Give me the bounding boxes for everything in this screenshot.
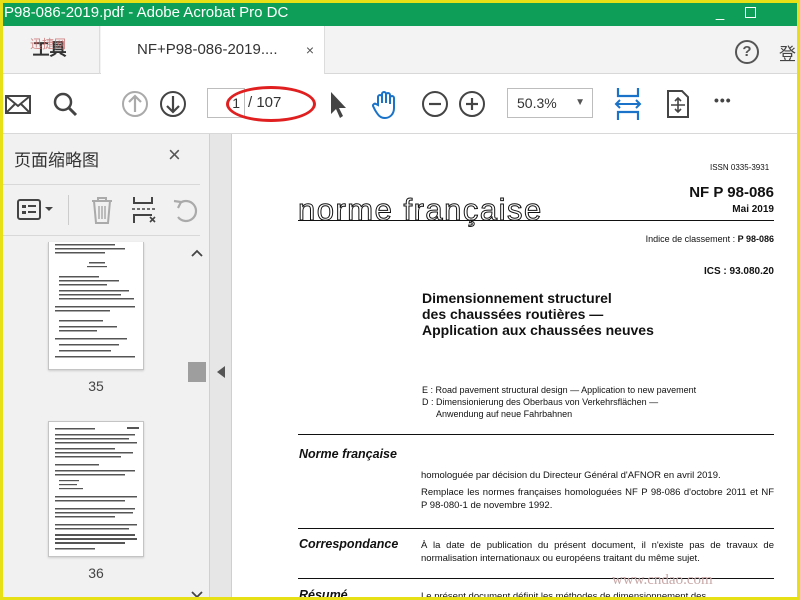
page-thumbnails-panel: 页面缩略图 × 35 36 (0, 134, 210, 600)
section-label-correspondance: Correspondance (299, 537, 399, 551)
thumbnail-page-35-preview (55, 244, 135, 358)
site-watermark-text: 迅捷网 (30, 37, 67, 51)
classification-value: P 98-086 (737, 234, 774, 244)
horizontal-rule (298, 434, 774, 435)
document-title-line: Dimensionnement structurel (422, 290, 612, 306)
close-tab-button[interactable]: × (306, 26, 314, 74)
toolbar-separator (68, 195, 69, 225)
mail-icon[interactable] (4, 88, 32, 120)
translation-german-cont: Anwendung auf neue Fahrbahnen (436, 409, 573, 419)
norme-francaise-heading: norme française (298, 192, 543, 228)
collapse-arrow-icon (217, 366, 225, 378)
panel-title: 页面缩略图 (14, 151, 99, 170)
zoom-select[interactable]: 50.3% ▼ (507, 88, 593, 118)
panel-scrollbar[interactable] (188, 242, 208, 600)
hand-tool-icon[interactable] (370, 88, 402, 120)
close-panel-button[interactable]: × (168, 142, 181, 168)
extract-pages-icon[interactable] (130, 195, 158, 225)
tab-document[interactable]: NF+P98-086-2019.... × (101, 26, 325, 75)
zoom-in-icon[interactable] (457, 88, 487, 120)
thumbnail-page-label: 36 (88, 565, 104, 581)
classification-label: Indice de classement : (645, 234, 738, 244)
thumbnail-options-icon[interactable] (16, 197, 56, 223)
thumbnail-page-label: 35 (88, 378, 104, 394)
section-label-norme: Norme française (299, 447, 397, 461)
rotate-icon[interactable] (170, 195, 200, 225)
minimize-button[interactable]: _ (705, 0, 735, 26)
section-text: À la date de publication du présent docu… (421, 540, 774, 564)
chevron-down-icon: ▼ (575, 97, 585, 108)
section-text: Le présent document définit les méthodes… (421, 591, 715, 600)
main-toolbar: 1 / 107 50.3% ▼ ••• (0, 74, 800, 134)
horizontal-rule (298, 220, 774, 221)
thumbnail-page-36[interactable] (48, 421, 144, 557)
next-page-icon[interactable] (158, 88, 188, 120)
document-title: Dimensionnement structurel des chaussées… (422, 290, 742, 338)
window-titlebar: P98-086-2019.pdf - Adobe Acrobat Pro DC … (0, 0, 800, 26)
section-label-resume: Résumé (299, 588, 348, 600)
tab-document-label: NF+P98-086-2019.... (137, 41, 278, 58)
thumbnail-page-36-preview (55, 427, 139, 550)
document-title-line: Application aux chaussées neuves (422, 322, 654, 338)
panel-toolbar (0, 184, 200, 236)
issn-text: ISSN 0335-3931 (710, 163, 770, 172)
standard-code: NF P 98-086 (689, 184, 774, 201)
section-text: homologuée par décision du Directeur Gén… (421, 470, 721, 481)
maximize-icon (744, 7, 756, 18)
thumbnail-page-35[interactable] (48, 242, 144, 370)
section-text: Remplace les normes françaises homologué… (421, 487, 774, 511)
title-translations: E : Road pavement structural design — Ap… (422, 384, 762, 420)
tab-bar: 迅捷网 工具 NF+P98-086-2019.... × ? 登 (0, 26, 800, 75)
standard-date: Mai 2019 (732, 204, 774, 215)
help-button[interactable]: ? (735, 40, 759, 64)
scrollbar-thumb[interactable] (188, 362, 206, 382)
maximize-button[interactable] (735, 0, 765, 26)
more-tools-button[interactable]: ••• (714, 92, 732, 124)
translation-english: E : Road pavement structural design — Ap… (422, 385, 697, 395)
highlight-ellipse-annotation (226, 86, 316, 122)
tab-tools[interactable]: 迅捷网 工具 (0, 26, 100, 74)
document-viewer[interactable]: ISSN 0335-3931 NF P 98-086 Mai 2019 norm… (232, 134, 800, 600)
pdf-page: ISSN 0335-3931 NF P 98-086 Mai 2019 norm… (232, 134, 800, 600)
horizontal-rule (298, 528, 774, 529)
trash-icon[interactable] (88, 195, 116, 225)
previous-page-icon[interactable] (120, 88, 150, 120)
zoom-value: 50.3% (517, 95, 557, 111)
panel-collapse-handle[interactable] (210, 134, 232, 600)
translation-german: D : Dimensionierung des Oberbaus von Ver… (422, 397, 659, 407)
classification-index: Indice de classement : P 98-086 (646, 234, 774, 244)
page-display-icon[interactable] (664, 88, 692, 120)
document-title-line: des chaussées routières — (422, 306, 604, 322)
ics-code: ICS : 93.080.20 (703, 266, 774, 277)
search-icon[interactable] (50, 88, 80, 120)
login-button[interactable]: 登 (779, 40, 796, 65)
scroll-down-icon[interactable] (190, 590, 204, 600)
scroll-up-icon[interactable] (190, 248, 204, 258)
window-title: P98-086-2019.pdf - Adobe Acrobat Pro DC (4, 4, 289, 21)
select-cursor-icon[interactable] (326, 88, 350, 120)
fit-width-icon[interactable] (612, 86, 644, 122)
zoom-out-icon[interactable] (420, 88, 450, 120)
site-watermark: www.cndao.com (612, 572, 713, 588)
